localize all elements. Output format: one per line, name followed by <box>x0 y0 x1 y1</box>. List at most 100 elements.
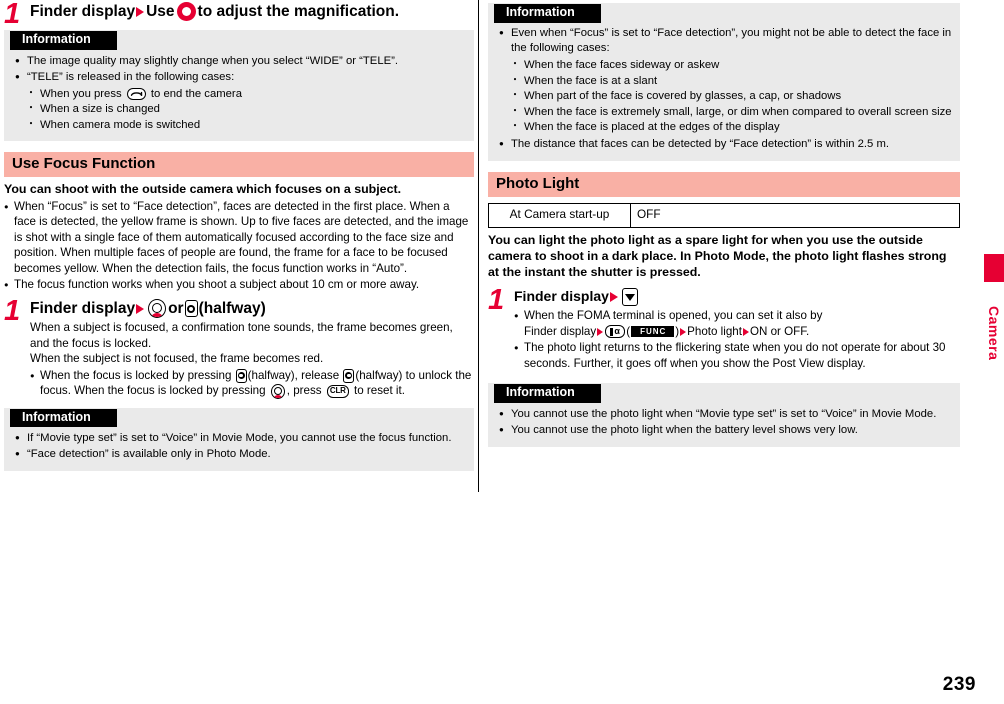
list-item: Even when “Focus” is set to “Face detect… <box>494 26 954 56</box>
list-item-sub: When camera mode is switched <box>10 118 468 133</box>
list-item: The focus function works when you shoot … <box>4 277 474 293</box>
list-item: You cannot use the photo light when “Mov… <box>494 407 954 422</box>
list-item: The image quality may slightly change wh… <box>10 54 468 69</box>
step-photo-light: 1 Finder display When the FOMA terminal … <box>488 284 960 371</box>
select-key-icon <box>148 299 167 319</box>
manual-page: 1 Finder display Use to adjust the magni… <box>0 0 1004 704</box>
item-text: “TELE” is released in the following case… <box>27 71 235 84</box>
camera-shutter-key-icon <box>184 300 198 318</box>
arrow-icon <box>136 303 145 314</box>
information-list: The image quality may slightly change wh… <box>4 54 474 134</box>
paren-close: ) <box>675 324 680 338</box>
section-lead-text: You can light the photo light as a spare… <box>488 232 947 279</box>
column-divider <box>478 0 479 492</box>
information-box-magnification: Information The image quality may slight… <box>4 30 474 141</box>
step-focus-lock: 1 Finder display or (halfway) When a sub… <box>4 294 474 399</box>
information-box-photo-light: Information You cannot use the photo lig… <box>488 383 960 447</box>
information-heading: Information <box>494 4 601 23</box>
item-text: When a size is changed <box>40 103 160 116</box>
step-title-prefix: Finder display <box>514 288 609 305</box>
step-bullets: When the focus is locked by pressing (ha… <box>30 368 474 399</box>
func-softkey-label: FUNC <box>631 325 675 338</box>
arrow-icon <box>136 6 145 17</box>
list-item: The photo light returns to the flickerin… <box>514 340 960 371</box>
list-item: The distance that faces can be detected … <box>494 137 954 152</box>
table-row: At Camera start-up OFF <box>488 203 960 228</box>
information-heading: Information <box>10 31 117 50</box>
down-arrow-key-icon <box>621 288 638 307</box>
information-box-focus: Information If “Movie type set” is set t… <box>4 407 474 472</box>
side-tab-label: Camera <box>984 282 1004 384</box>
item-text-3: Photo light <box>687 324 742 338</box>
list-item: When the focus is locked by pressing (ha… <box>30 368 474 399</box>
left-column: 1 Finder display Use to adjust the magni… <box>4 0 474 472</box>
step-title: Finder display Use to adjust the magnifi… <box>30 2 474 22</box>
page-number: 239 <box>942 674 976 695</box>
section-heading-use-focus-function: Use Focus Function <box>4 151 474 178</box>
item-text-4: , press <box>286 384 322 398</box>
end-call-key-icon <box>126 87 146 100</box>
step-title-prefix: Finder display <box>30 3 136 20</box>
step-adjust-magnification: 1 Finder display Use to adjust the magni… <box>4 0 474 29</box>
clear-key-icon: CLR <box>326 384 349 398</box>
item-text: When camera mode is switched <box>40 119 201 131</box>
camera-shutter-key-icon <box>235 368 247 383</box>
arrow-icon <box>597 327 604 336</box>
item-text-1: When the focus is locked by pressing <box>40 368 232 382</box>
list-item: When the FOMA terminal is opened, you ca… <box>514 308 960 339</box>
list-item-sub: When a size is changed <box>10 102 468 117</box>
step-number: 1 <box>488 284 504 317</box>
step-title-mid: Use <box>146 3 175 20</box>
settings-table: At Camera start-up OFF <box>488 203 960 228</box>
camera-shutter-key-icon <box>343 368 355 383</box>
list-item-sub: When the face faces sideway or askew <box>494 58 954 73</box>
body-line-2: When the subject is not focused, the fra… <box>30 352 324 366</box>
information-heading: Information <box>10 408 117 428</box>
step-body: When a subject is focused, a confirmatio… <box>30 320 474 399</box>
list-item: “Face detection” is available only in Ph… <box>10 447 468 462</box>
list-item: When “Focus” is set to “Face detection”,… <box>4 199 474 277</box>
item-text: The image quality may slightly change wh… <box>27 54 399 67</box>
list-item-sub: When the face is at a slant <box>494 74 954 89</box>
item-text-2: (halfway), release <box>247 368 340 382</box>
arrow-icon <box>609 292 618 303</box>
step-title: Finder display <box>514 288 960 307</box>
step-bullets: When the FOMA terminal is opened, you ca… <box>514 308 960 371</box>
item-text-pre: When you press <box>40 87 122 100</box>
step-title-prefix: Finder display <box>30 299 136 317</box>
list-item-sub: When the face is placed at the edges of … <box>494 120 954 135</box>
list-item-sub: When the face is extremely small, large,… <box>494 105 954 120</box>
section-bullets: When “Focus” is set to “Face detection”,… <box>4 199 474 293</box>
navigation-key-icon <box>176 2 196 22</box>
step-number: 1 <box>4 294 20 327</box>
step-title-suffix: to adjust the magnification. <box>197 3 400 20</box>
side-tab-camera: Camera <box>984 254 1004 384</box>
body-line-1: When a subject is focused, a confirmatio… <box>30 321 453 350</box>
section-lead-text: You can shoot with the outside camera wh… <box>4 182 402 197</box>
information-list: If “Movie type set” is set to “Voice” in… <box>4 431 474 463</box>
i-alpha-key-icon: α <box>605 325 626 339</box>
item-text-post: to end the camera <box>150 87 242 100</box>
table-cell-label: At Camera start-up <box>488 203 631 228</box>
item-text-4: ON or OFF. <box>749 324 810 338</box>
list-item-sub: When part of the face is covered by glas… <box>494 89 954 104</box>
information-box-face-detection: Information Even when “Focus” is set to … <box>488 3 960 161</box>
step-title-halfway: (halfway) <box>198 299 266 317</box>
section-heading-photo-light: Photo Light <box>488 171 960 198</box>
paren-open: ( <box>626 324 631 338</box>
step-title-or: or <box>168 299 184 317</box>
step-number: 1 <box>4 0 20 30</box>
information-list: Even when “Focus” is set to “Face detect… <box>488 26 960 152</box>
arrow-icon <box>742 327 749 336</box>
step-title: Finder display or (halfway) <box>30 299 474 319</box>
information-heading: Information <box>494 384 601 404</box>
list-item: If “Movie type set” is set to “Voice” in… <box>10 431 468 446</box>
item-text-1: When the FOMA terminal is opened, you ca… <box>524 309 823 323</box>
select-key-icon <box>270 383 285 399</box>
list-item-sub: When you press to end the camera <box>10 87 468 102</box>
table-cell-value: OFF <box>630 203 960 228</box>
step-body: When the FOMA terminal is opened, you ca… <box>514 308 960 371</box>
right-column: Information Even when “Focus” is set to … <box>488 0 960 447</box>
arrow-icon <box>680 327 687 336</box>
item-text-2: Finder display <box>524 324 597 338</box>
